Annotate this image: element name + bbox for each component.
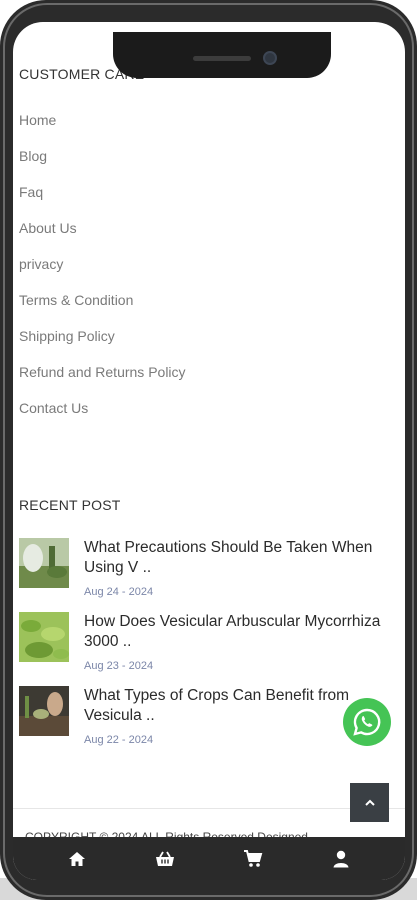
nav-home-button[interactable] bbox=[57, 839, 97, 879]
whatsapp-button[interactable] bbox=[343, 698, 391, 746]
footer-link-home[interactable]: Home bbox=[19, 110, 186, 146]
nav-account-button[interactable] bbox=[321, 839, 361, 879]
front-camera bbox=[263, 51, 277, 65]
footer-link-shipping-policy[interactable]: Shipping Policy bbox=[19, 326, 186, 362]
chevron-up-icon bbox=[364, 799, 375, 806]
recent-post-item[interactable]: How Does Vesicular Arbuscular Mycorrhiza… bbox=[19, 612, 399, 686]
speaker-grille bbox=[193, 56, 251, 61]
user-icon bbox=[333, 850, 349, 867]
phone-frame: CUSTOMER CARE Home Blog Faq About Us pri… bbox=[0, 0, 417, 900]
footer-link-about-us[interactable]: About Us bbox=[19, 218, 186, 254]
post-thumbnail[interactable] bbox=[19, 686, 69, 736]
post-date: Aug 24 - 2024 bbox=[84, 586, 154, 598]
footer-divider bbox=[13, 808, 405, 809]
bottom-nav bbox=[13, 837, 405, 880]
post-thumbnail[interactable] bbox=[19, 612, 69, 662]
home-icon bbox=[69, 851, 85, 866]
whatsapp-icon bbox=[353, 708, 381, 736]
footer-link-privacy[interactable]: privacy bbox=[19, 254, 186, 290]
customer-care-links: Home Blog Faq About Us privacy Terms & C… bbox=[19, 110, 186, 434]
nav-cart-button[interactable] bbox=[233, 839, 273, 879]
post-title[interactable]: How Does Vesicular Arbuscular Mycorrhiza… bbox=[84, 612, 394, 652]
post-thumbnail[interactable] bbox=[19, 538, 69, 588]
footer-link-contact-us[interactable]: Contact Us bbox=[19, 398, 186, 434]
recent-post-heading: RECENT POST bbox=[19, 497, 121, 513]
post-date: Aug 22 - 2024 bbox=[84, 734, 154, 746]
post-title[interactable]: What Precautions Should Be Taken When Us… bbox=[84, 538, 394, 578]
recent-post-item[interactable]: What Types of Crops Can Benefit from Ves… bbox=[19, 686, 399, 760]
nav-shop-button[interactable] bbox=[145, 839, 185, 879]
phone-notch bbox=[113, 32, 331, 78]
footer-link-blog[interactable]: Blog bbox=[19, 146, 186, 182]
cart-icon bbox=[244, 849, 263, 867]
footer-link-terms[interactable]: Terms & Condition bbox=[19, 290, 186, 326]
post-date: Aug 23 - 2024 bbox=[84, 660, 154, 672]
scroll-to-top-button[interactable] bbox=[350, 783, 389, 822]
recent-post-item[interactable]: What Precautions Should Be Taken When Us… bbox=[19, 538, 399, 612]
basket-icon bbox=[156, 851, 174, 866]
screen: CUSTOMER CARE Home Blog Faq About Us pri… bbox=[13, 22, 405, 880]
footer-link-refund-policy[interactable]: Refund and Returns Policy bbox=[19, 362, 186, 398]
footer-link-faq[interactable]: Faq bbox=[19, 182, 186, 218]
